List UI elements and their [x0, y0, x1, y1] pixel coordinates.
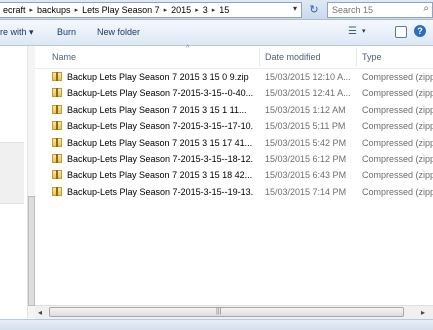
column-header-type[interactable]: Type — [362, 52, 382, 62]
scroll-left-icon[interactable]: ◂ — [38, 308, 42, 317]
file-type: Compressed (zipp... — [362, 88, 433, 99]
file-date-modified: 15/03/2015 5:42 PM — [265, 137, 347, 148]
scroll-grip-icon: ||| — [216, 308, 222, 315]
file-type: Compressed (zipp... — [362, 72, 433, 82]
column-divider[interactable] — [259, 48, 260, 66]
view-dropdown-icon[interactable]: ▾ — [362, 27, 366, 35]
burn-button[interactable]: Burn — [57, 27, 76, 37]
column-header-row: ^ Name Date modified Type — [35, 45, 433, 69]
file-name: Backup-Lets Play Season 7-2015-3-15--19-… — [67, 186, 253, 197]
breadcrumb[interactable]: ecraft ▸ backups ▸ Lets Play Season 7 ▸ … — [0, 2, 302, 18]
horizontal-scroll-thumb[interactable]: ||| — [49, 307, 404, 317]
file-row[interactable]: Backup Lets Play Season 7 2015 3 15 0 9.… — [35, 69, 433, 85]
zip-folder-icon — [52, 170, 62, 180]
breadcrumb-item[interactable]: backups — [34, 5, 74, 15]
chevron-down-icon: ▾ — [29, 27, 34, 37]
breadcrumb-item[interactable]: 2015 — [168, 5, 194, 15]
command-toolbar: re with ▾ Burn New folder ☰ ▾ ? — [0, 20, 433, 46]
zip-folder-icon — [52, 153, 62, 163]
new-folder-button[interactable]: New folder — [97, 27, 140, 37]
share-with-button[interactable]: re with ▾ — [0, 27, 34, 38]
column-header-name[interactable]: Name — [52, 52, 76, 62]
file-date-modified: 15/03/2015 5:11 PM — [265, 121, 346, 132]
file-name: Backup Lets Play Season 7 2015 3 15 17 4… — [67, 137, 253, 148]
file-row[interactable]: Backup-Lets Play Season 7-2015-3-15--19-… — [35, 184, 433, 200]
zip-folder-icon — [52, 121, 62, 131]
file-date-modified: 15/03/2015 12:41 A... — [265, 88, 351, 99]
horizontal-scrollbar[interactable]: ◂ ||| ▸ — [35, 305, 433, 319]
breadcrumb-item[interactable]: ecraft — [0, 5, 29, 15]
file-type: Compressed (zipp... — [362, 104, 433, 115]
file-type: Compressed (zipp... — [362, 121, 433, 132]
search-box[interactable]: ⌕ — [327, 2, 433, 18]
file-date-modified: 15/03/2015 6:43 PM — [265, 170, 347, 181]
file-name: Backup Lets Play Season 7 2015 3 15 0 9.… — [67, 72, 249, 82]
file-row[interactable]: Backup-Lets Play Season 7-2015-3-15--17-… — [35, 118, 433, 134]
file-name: Backup-Lets Play Season 7-2015-3-15--18-… — [67, 153, 253, 164]
file-list: Backup Lets Play Season 7 2015 3 15 0 9.… — [35, 69, 433, 200]
file-row[interactable]: Backup Lets Play Season 7 2015 3 15 1 11… — [35, 102, 433, 118]
navigation-pane — [0, 46, 35, 318]
sort-ascending-icon: ^ — [186, 45, 190, 52]
refresh-button[interactable]: ↻ — [305, 2, 323, 16]
file-row[interactable]: Backup-Lets Play Season 7-2015-3-15--18-… — [35, 151, 433, 167]
breadcrumb-item[interactable]: 3 — [200, 5, 211, 15]
navigation-scroll-thumb[interactable] — [28, 196, 35, 306]
navigation-scrollbar[interactable] — [27, 46, 35, 318]
breadcrumb-item[interactable]: Lets Play Season 7 — [79, 5, 163, 15]
file-date-modified: 15/03/2015 1:12 AM — [265, 104, 346, 115]
file-date-modified: 15/03/2015 6:12 PM — [265, 153, 347, 164]
column-divider[interactable] — [356, 48, 357, 66]
file-row[interactable]: Backup Lets Play Season 7 2015 3 15 17 4… — [35, 135, 433, 151]
help-icon[interactable]: ? — [414, 25, 426, 37]
zip-folder-icon — [52, 186, 62, 196]
change-view-icon[interactable]: ☰ — [348, 26, 357, 37]
file-type: Compressed (zipp... — [362, 186, 433, 197]
file-name: Backup-Lets Play Season 7-2015-3-15--0-4… — [67, 88, 253, 99]
preview-pane-icon[interactable] — [395, 26, 407, 38]
breadcrumb-item[interactable]: 15 — [216, 5, 232, 15]
file-type: Compressed (zipp... — [362, 170, 433, 181]
refresh-icon: ↻ — [309, 3, 319, 16]
search-input[interactable] — [328, 3, 420, 17]
file-row[interactable]: Backup-Lets Play Season 7-2015-3-15--0-4… — [35, 85, 433, 101]
navigation-selected-item[interactable] — [0, 142, 24, 204]
status-bar — [0, 319, 433, 330]
zip-folder-icon — [52, 88, 62, 98]
file-name: Backup Lets Play Season 7 2015 3 15 1 11… — [67, 104, 247, 115]
file-type: Compressed (zipp... — [362, 153, 433, 164]
file-date-modified: 15/03/2015 12:10 A... — [265, 72, 351, 82]
zip-folder-icon — [52, 72, 62, 81]
address-bar-region: ecraft ▸ backups ▸ Lets Play Season 7 ▸ … — [0, 0, 433, 20]
address-history-dropdown-icon[interactable]: ▾ — [293, 4, 297, 13]
scroll-right-icon[interactable]: ▸ — [421, 308, 425, 317]
file-type: Compressed (zipp... — [362, 137, 433, 148]
search-icon[interactable]: ⌕ — [423, 3, 429, 14]
share-with-label: re with — [0, 27, 27, 37]
column-header-date-modified[interactable]: Date modified — [265, 52, 321, 62]
file-name: Backup Lets Play Season 7 2015 3 15 18 4… — [67, 170, 253, 181]
zip-folder-icon — [52, 104, 62, 114]
zip-folder-icon — [52, 137, 62, 147]
file-row[interactable]: Backup Lets Play Season 7 2015 3 15 18 4… — [35, 167, 433, 183]
file-name: Backup-Lets Play Season 7-2015-3-15--17-… — [67, 121, 253, 132]
file-date-modified: 15/03/2015 7:14 PM — [265, 186, 347, 197]
